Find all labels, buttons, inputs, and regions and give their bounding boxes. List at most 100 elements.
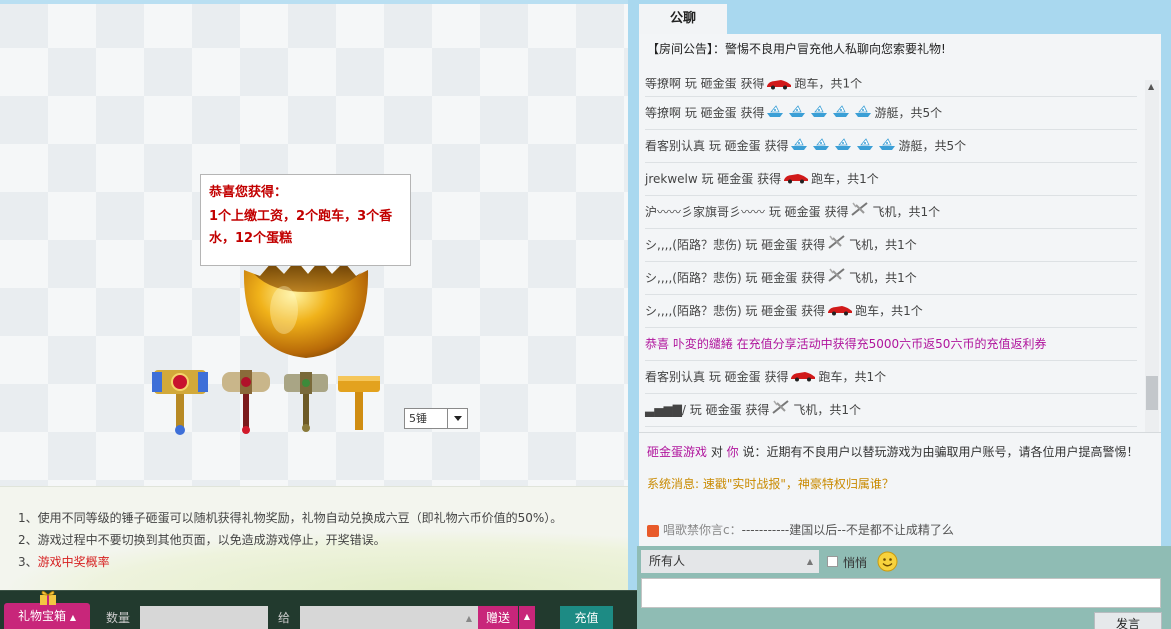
recharge-button[interactable]: 充值	[560, 606, 613, 629]
scroll-up-icon[interactable]: ▲	[1148, 82, 1154, 91]
tab-public-chat[interactable]: 公聊	[639, 4, 727, 34]
yacht-icon	[854, 98, 872, 130]
quantity-label: 数量	[106, 611, 131, 625]
egg-game-area: 恭喜您获得： 1个上缴工资，2个跑车，3个香水，12个蛋糕 5锤 1、使用不同等…	[0, 0, 628, 590]
ruby-hammer-icon[interactable]	[216, 364, 276, 436]
sports-car-icon	[827, 296, 853, 328]
wooden-hammer-icon[interactable]	[330, 364, 390, 436]
quantity-input[interactable]	[140, 606, 268, 629]
game-top-edge	[0, 0, 628, 4]
whisper-label: 悄悄	[843, 556, 868, 570]
prize-popup: 恭喜您获得： 1个上缴工资，2个跑车，3个香水，12个蛋糕	[200, 174, 411, 266]
chat-message-item: 跑车，共1个	[818, 370, 887, 384]
chat-message-text: 等撩啊 玩 砸金蛋 获得	[645, 78, 765, 91]
game-notice-source[interactable]: 砸金蛋游戏	[647, 445, 707, 459]
notice-area: 砸金蛋游戏 对 你 说：近期有不良用户以替玩游戏为由骗取用户账号，请各位用户提高…	[639, 432, 1161, 544]
chat-message-item: 跑车，共1个	[811, 172, 879, 186]
game-rules: 1、使用不同等级的锤子砸蛋可以随机获得礼物奖励，礼物自动兑换成六豆（即礼物六币价…	[0, 486, 628, 590]
chat-message-text: 恭喜 卟変的繾綣 在充值分享活动中获得充5000六币返50六币的充值返利券	[645, 337, 1047, 351]
caret-up-icon: ▲	[69, 613, 76, 622]
send-gift-button[interactable]: 赠送	[478, 606, 518, 629]
gift-box-label: 礼物宝箱	[18, 609, 67, 623]
rule-line-2: 2、游戏过程中不要切换到其他页面，以免造成游戏停止，开奖错误。	[18, 533, 386, 547]
yacht-icon	[788, 98, 806, 130]
chat-message: 看客别认真 玩 砸金蛋 获得 游艇，共5个	[645, 130, 1137, 163]
system-congrats-message: 恭喜 卟変的繾綣 在充值分享活动中获得充5000六币返50六币的充值返利券	[645, 328, 1137, 361]
chat-message-text: 看客别认真 玩 砸金蛋 获得	[645, 139, 789, 153]
chat-message-text: ▃▅▆▇/ 玩 砸金蛋 获得	[645, 403, 770, 417]
chat-message-item: 飞机，共1个	[849, 238, 917, 252]
prize-text: 1个上缴工资，2个跑车，3个香水，12个蛋糕	[209, 209, 393, 246]
whisper-checkbox[interactable]	[827, 556, 838, 567]
game-notice-you: 你	[726, 445, 739, 459]
chat-target-select[interactable]: 所有人 ▲	[641, 550, 819, 573]
yacht-icon	[834, 131, 852, 163]
plane-icon	[827, 230, 847, 262]
gift-toolbar: 礼物宝箱 ▲ 数量 给 ▲ 赠送 ▲ 充值	[0, 590, 637, 629]
rule-line-3-number: 3、	[18, 555, 38, 569]
rule-line-3: 3、游戏中奖概率	[18, 551, 628, 573]
shout-text: -----------建国以后--不是都不让成精了么	[741, 523, 954, 537]
chat-message-text: 等撩啊 玩 砸金蛋 获得	[645, 106, 765, 120]
chat-target-value: 所有人	[649, 554, 686, 568]
sports-car-icon	[783, 164, 809, 196]
chat-message-text: 看客别认真 玩 砸金蛋 获得	[645, 370, 789, 384]
send-options-button[interactable]: ▲	[519, 606, 535, 629]
chat-message-list: 等撩啊 玩 砸金蛋 获得 跑车，共1个 等撩啊 玩 砸金蛋 获得 游艇，共5个 看客别认…	[639, 78, 1149, 464]
chat-message-item: 跑车，共1个	[794, 78, 863, 91]
shout-user[interactable]: 唱歌禁你言c：	[663, 523, 742, 537]
chat-message: シ,,,,(陌路？悲伤) 玩 砸金蛋 获得 跑车，共1个	[645, 295, 1137, 328]
sports-car-icon	[790, 362, 816, 394]
prize-title: 恭喜您获得：	[209, 185, 288, 200]
emoji-icon[interactable]	[877, 551, 898, 572]
plane-icon	[850, 197, 870, 229]
hammer-count-select[interactable]: 5锤	[404, 408, 468, 429]
chat-message: 沪〰〰彡家旗哥彡〰〰 玩 砸金蛋 获得 飞机，共1个	[645, 196, 1137, 229]
chat-message: 等撩啊 玩 砸金蛋 获得 游艇，共5个	[645, 97, 1137, 130]
chat-message-item: 飞机，共1个	[793, 403, 862, 417]
game-notice: 砸金蛋游戏 对 你 说：近期有不良用户以替玩游戏为由骗取用户账号，请各位用户提高…	[647, 443, 1139, 460]
chat-message: 看客别认真 玩 砸金蛋 获得 跑车，共1个	[645, 361, 1137, 394]
golden-egg-icon[interactable]	[240, 252, 372, 360]
chat-panel: 公聊 【房间公告】：警惕不良用户冒充他人私聊向您索要礼物! 等撩啊 玩 砸金蛋 …	[637, 0, 1171, 629]
chevron-down-icon[interactable]	[447, 409, 467, 428]
chat-content: 【房间公告】：警惕不良用户冒充他人私聊向您索要礼物! 等撩啊 玩 砸金蛋 获得跑…	[639, 34, 1161, 546]
diamond-hammer-icon[interactable]	[150, 364, 210, 436]
caret-up-icon: ▲	[465, 614, 472, 623]
bronze-hammer-icon[interactable]	[276, 364, 336, 436]
yacht-icon	[812, 131, 830, 163]
recipient-label: 给	[278, 611, 291, 625]
scrollbar-thumb[interactable]	[1146, 376, 1158, 410]
rule-line-1: 1、使用不同等级的锤子砸蛋可以随机获得礼物奖励，礼物自动兑换成六豆（即礼物六币价…	[18, 511, 563, 525]
room-announcement: 【房间公告】：警惕不良用户冒充他人私聊向您索要礼物!	[647, 42, 946, 56]
chat-message-text: 沪〰〰彡家旗哥彡〰〰 玩 砸金蛋 获得	[645, 205, 849, 219]
chat-message-input[interactable]	[641, 578, 1161, 608]
chat-message-text: シ,,,,(陌路？悲伤) 玩 砸金蛋 获得	[645, 238, 826, 252]
shout-message: 唱歌禁你言c：-----------建国以后--不是都不让成精了么	[647, 521, 954, 538]
system-notice[interactable]: 系统消息: 速戳"实时战报"，神豪特权归属谁？	[647, 475, 894, 492]
sports-car-icon	[766, 78, 792, 90]
plane-icon	[771, 395, 791, 427]
shout-icon	[647, 524, 659, 537]
yacht-icon	[790, 131, 808, 163]
game-notice-text: 说：近期有不良用户以替玩游戏为由骗取用户账号，请各位用户提高警惕！	[738, 445, 1139, 459]
chat-message: ▃▅▆▇/ 玩 砸金蛋 获得 飞机，共1个	[645, 394, 1137, 427]
caret-up-icon: ▲	[806, 557, 813, 566]
win-probability-link[interactable]: 游戏中奖概率	[38, 555, 110, 569]
chat-message: シ,,,,(陌路？悲伤) 玩 砸金蛋 获得 飞机，共1个	[645, 262, 1137, 295]
plane-icon	[827, 263, 847, 295]
chat-message: 等撩啊 玩 砸金蛋 获得 跑车，共1个	[645, 78, 1137, 97]
send-message-button[interactable]: 发言	[1094, 612, 1162, 629]
chat-message: jrekwelw 玩 砸金蛋 获得 跑车，共1个	[645, 163, 1137, 196]
chat-message-item: 游艇，共5个	[898, 139, 967, 153]
gift-box-button[interactable]: 礼物宝箱 ▲	[4, 591, 90, 629]
chat-input-bar: 所有人 ▲ 悄悄 发言	[637, 546, 1171, 629]
gift-icon	[40, 591, 56, 605]
recipient-select[interactable]: ▲	[300, 606, 478, 629]
chat-message-text: シ,,,,(陌路？悲伤) 玩 砸金蛋 获得	[645, 304, 826, 318]
chat-message-item: 游艇，共5个	[874, 106, 943, 120]
chat-message-item: 跑车，共1个	[855, 304, 923, 318]
yacht-icon	[878, 131, 896, 163]
yacht-icon	[766, 98, 784, 130]
chat-scrollbar[interactable]: ▲ ▼	[1145, 80, 1159, 464]
